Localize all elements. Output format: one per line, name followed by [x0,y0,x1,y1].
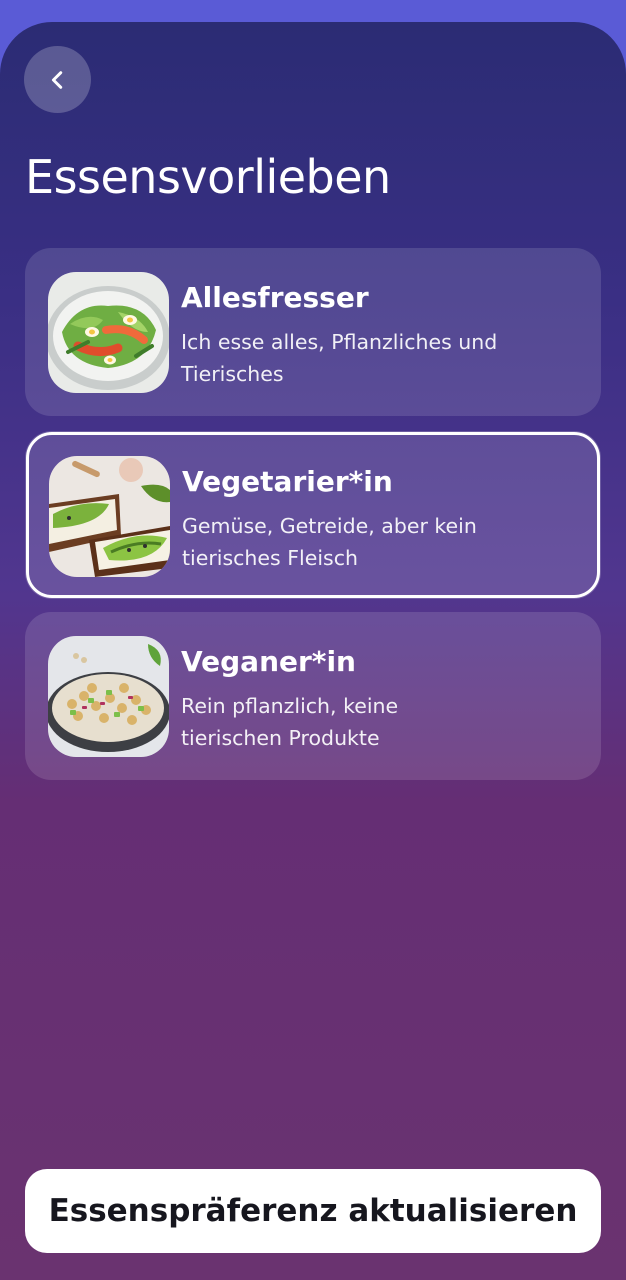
option-title: Veganer*in [181,645,356,678]
option-description: Gemüse, Getreide, aber kein tierisches F… [182,514,477,570]
option-description: Ich esse alles, Pflanzliches und Tierisc… [181,330,498,386]
page-title: Essensvorlieben [25,150,391,204]
option-description: Rein pflanzlich, keine tierischen Produk… [181,694,399,750]
back-button[interactable] [24,46,91,113]
chevron-left-icon [51,70,62,89]
option-omnivore[interactable]: Allesfresser Ich esse alles, Pflanzliche… [25,248,601,416]
option-title: Vegetarier*in [182,465,393,498]
update-preference-button[interactable]: Essenspräferenz aktualisieren [25,1169,601,1253]
salad-image [48,272,169,393]
chickpea-salad-image [48,636,169,757]
option-vegetarian[interactable]: Vegetarier*in Gemüse, Getreide, aber kei… [26,432,600,598]
avocado-toast-image [49,456,170,577]
option-title: Allesfresser [181,281,369,314]
option-vegan[interactable]: Veganer*in Rein pflanzlich, keine tieris… [25,612,601,780]
preferences-sheet: Essensvorlieben Allesfresser Ich esse al… [0,22,626,1280]
